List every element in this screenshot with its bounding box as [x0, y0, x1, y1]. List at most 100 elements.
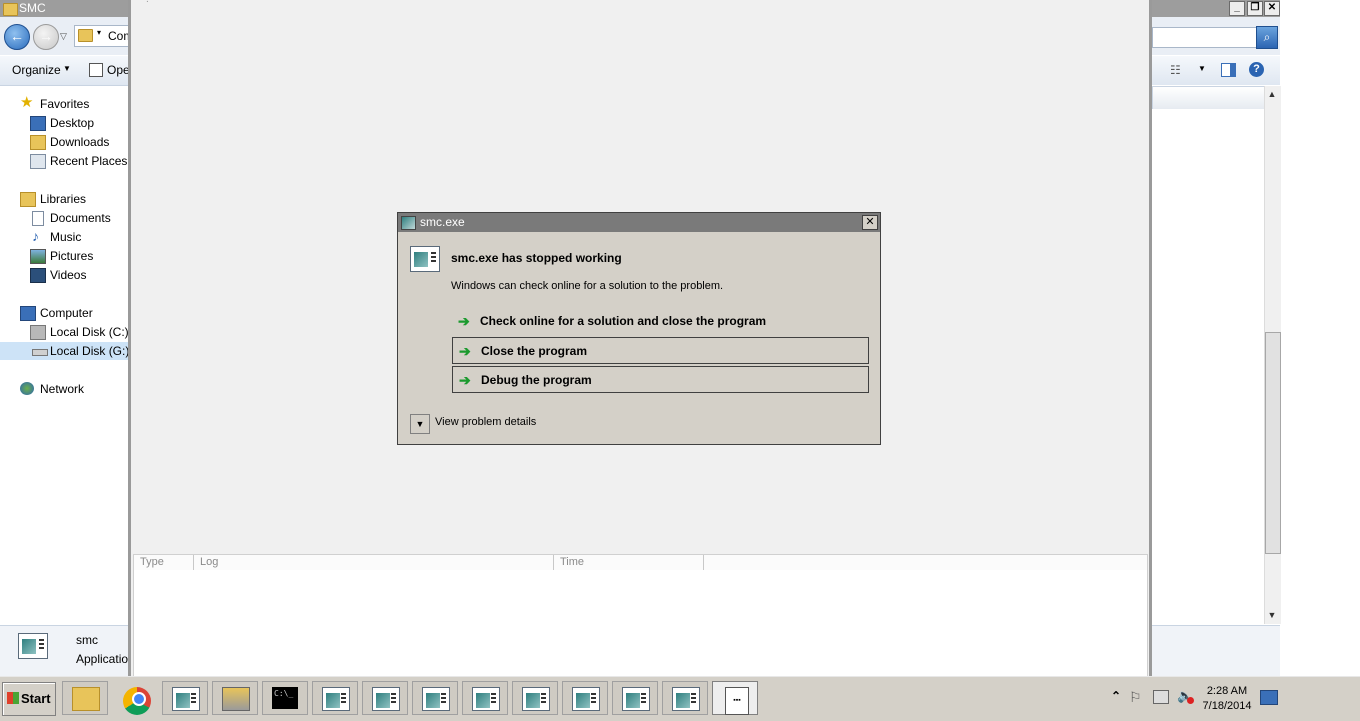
file-list[interactable]	[1152, 109, 1264, 624]
show-hidden-icons-icon[interactable]: ⌃	[1111, 689, 1121, 703]
taskbar-cmd[interactable]: C:\_	[262, 681, 308, 715]
taskbar-app[interactable]	[512, 681, 558, 715]
search-input[interactable]	[1152, 27, 1257, 48]
star-icon: ★	[20, 94, 34, 111]
taskbar-app[interactable]	[662, 681, 708, 715]
nav-videos[interactable]: Videos	[30, 266, 128, 284]
documents-icon	[32, 211, 44, 226]
view-dropdown-icon[interactable]: ▼	[1198, 64, 1206, 73]
smc-application-icon	[18, 633, 48, 659]
navigation-pane: ★ Favorites Desktop Downloads Recent Pla…	[0, 86, 129, 624]
taskbar-chrome[interactable]	[114, 681, 160, 715]
nav-libraries[interactable]: Libraries	[20, 190, 128, 208]
dialog-app-icon	[401, 216, 416, 230]
taskbar-app[interactable]	[162, 681, 208, 715]
dialog-close-button[interactable]: ✕	[862, 215, 878, 230]
back-arrow-icon: ←	[10, 28, 24, 44]
app-window-icon	[522, 687, 550, 711]
green-arrow-icon: ➔	[459, 343, 471, 359]
close-button[interactable]: ✕	[1264, 1, 1280, 16]
app-residual-text-icon: .	[146, 0, 149, 5]
open-button[interactable]: Ope	[107, 63, 130, 77]
green-arrow-icon: ➔	[458, 313, 470, 329]
col-divider[interactable]	[703, 555, 704, 570]
close-program-option[interactable]: ➔ Close the program	[452, 337, 869, 364]
nav-recent-places[interactable]: Recent Places	[30, 152, 128, 170]
debug-program-option[interactable]: ➔ Debug the program	[452, 366, 869, 393]
videos-icon	[30, 268, 46, 283]
folder-icon	[3, 3, 18, 16]
explorer-titlebar-right[interactable]: _ ❐ ✕	[1152, 0, 1280, 17]
system-clock[interactable]: 2:28 AM 7/18/2014	[1196, 684, 1258, 714]
nav-documents[interactable]: Documents	[30, 209, 128, 227]
forward-button[interactable]: →	[33, 24, 59, 50]
error-report-icon: ▪▪▪	[725, 687, 749, 715]
app-window-icon	[422, 687, 450, 711]
taskbar-explorer[interactable]	[62, 681, 108, 715]
minimize-button[interactable]: _	[1229, 1, 1245, 16]
nav-desktop[interactable]: Desktop	[30, 114, 128, 132]
details-pane: smc Application	[0, 625, 135, 677]
taskbar-werfault[interactable]: ▪▪▪	[712, 681, 758, 715]
explorer-icon	[72, 687, 100, 711]
back-button[interactable]: ←	[4, 24, 30, 50]
disk-c-icon	[30, 325, 46, 340]
app-window-icon	[572, 687, 600, 711]
scroll-down-icon[interactable]: ▼	[1265, 608, 1279, 622]
taskbar-app[interactable]	[462, 681, 508, 715]
col-divider[interactable]	[553, 555, 554, 570]
app-window-icon	[472, 687, 500, 711]
scrollbar-thumb[interactable]	[1265, 332, 1281, 554]
nav-local-disk-g[interactable]: Local Disk (G:)	[0, 342, 129, 360]
history-dropdown-icon[interactable]: ▽	[60, 31, 67, 42]
show-desktop-icon[interactable]	[1260, 690, 1278, 705]
dialog-title: smc.exe	[420, 215, 465, 229]
restore-button[interactable]: ❐	[1247, 1, 1263, 16]
start-button[interactable]: Start	[2, 682, 56, 716]
nav-computer[interactable]: Computer	[20, 304, 128, 322]
taskbar-server-manager[interactable]	[212, 681, 258, 715]
nav-network[interactable]: Network	[20, 380, 128, 398]
action-center-flag-icon[interactable]: ⚐	[1129, 689, 1142, 706]
dialog-titlebar[interactable]: smc.exe	[398, 213, 880, 232]
organize-dropdown-icon[interactable]: ▼	[63, 64, 71, 73]
disk-g-icon	[32, 349, 48, 356]
libraries-icon	[20, 192, 36, 207]
explorer-title: SMC	[19, 1, 46, 15]
dialog-heading: smc.exe has stopped working	[451, 251, 622, 265]
col-type[interactable]: Type	[140, 556, 164, 568]
help-icon[interactable]: ?	[1249, 62, 1264, 77]
taskbar-app[interactable]	[362, 681, 408, 715]
explorer-toolbar: Organize ▼ Ope	[0, 56, 130, 86]
check-online-option[interactable]: ➔ Check online for a solution and close …	[452, 308, 869, 335]
view-problem-details-label[interactable]: View problem details	[435, 416, 536, 428]
recent-places-icon	[30, 154, 46, 169]
organize-button[interactable]: Organize	[12, 63, 61, 77]
nav-music[interactable]: ♪ Music	[30, 228, 128, 246]
scroll-up-icon[interactable]: ▲	[1265, 87, 1279, 101]
address-bar[interactable]: ▾ Com	[74, 25, 136, 47]
log-table-body[interactable]	[133, 570, 1148, 677]
nav-downloads[interactable]: Downloads	[30, 133, 128, 151]
nav-pictures[interactable]: Pictures	[30, 247, 128, 265]
computer-icon	[20, 306, 36, 321]
taskbar-app[interactable]	[412, 681, 458, 715]
col-log[interactable]: Log	[200, 556, 218, 568]
col-time[interactable]: Time	[560, 556, 584, 568]
music-icon: ♪	[32, 228, 39, 244]
network-tray-icon[interactable]	[1153, 690, 1169, 704]
search-icon[interactable]: ⌕	[1256, 26, 1278, 49]
expand-details-button[interactable]: ▼	[410, 414, 430, 434]
nav-local-disk-c[interactable]: Local Disk (C:)	[30, 323, 129, 341]
address-chevron-icon[interactable]: ▾	[97, 28, 101, 37]
col-divider[interactable]	[193, 555, 194, 570]
explorer-titlebar[interactable]: SMC	[0, 0, 128, 17]
taskbar-app[interactable]	[312, 681, 358, 715]
taskbar-app[interactable]	[562, 681, 608, 715]
view-options-icon[interactable]: ☷	[1170, 63, 1181, 77]
file-list-column-header[interactable]	[1152, 86, 1266, 110]
taskbar-app[interactable]	[612, 681, 658, 715]
clock-time: 2:28 AM	[1206, 685, 1248, 697]
nav-favorites[interactable]: ★ Favorites	[20, 94, 128, 113]
preview-pane-icon[interactable]	[1221, 63, 1236, 77]
